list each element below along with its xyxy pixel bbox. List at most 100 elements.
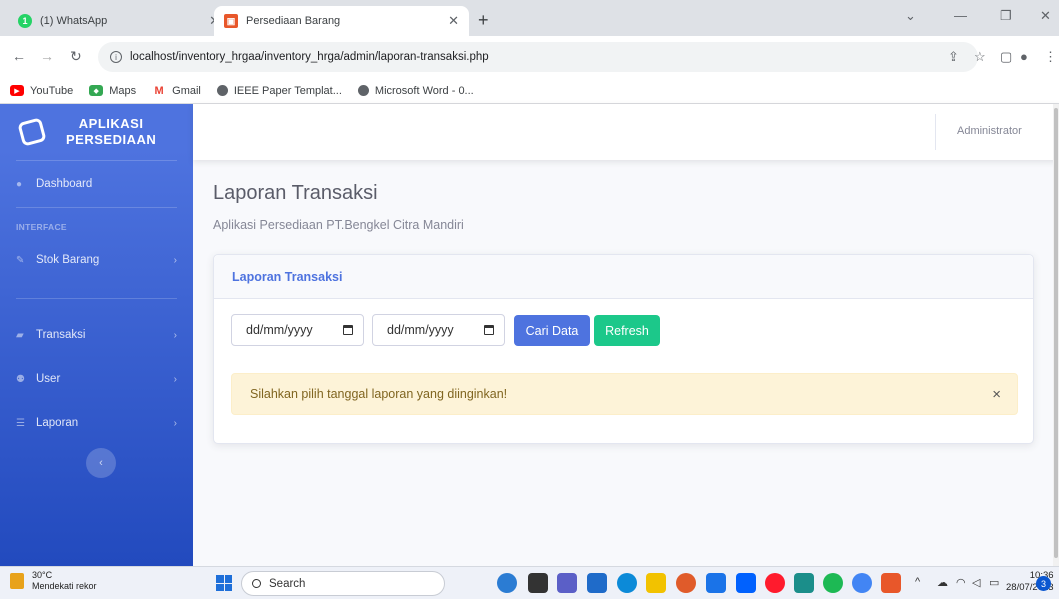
topbar: Administrator [193,104,1059,160]
url-field[interactable]: i localhost/inventory_hrgaa/inventory_hr… [98,42,978,72]
task-view-icon[interactable] [528,573,548,593]
brand[interactable]: APLIKASI PERSEDIAAN [0,104,193,160]
user-menu[interactable]: Administrator [957,125,1022,137]
back-icon[interactable]: ← [12,48,26,64]
refresh-button[interactable]: Refresh [594,315,660,346]
dropbox-icon[interactable] [736,573,756,593]
teams-icon[interactable] [557,573,577,593]
tab-whatsapp[interactable]: 1 (1) WhatsApp ✕ [8,6,230,36]
chevron-right-icon: › [173,329,177,341]
app-icon[interactable] [881,573,901,593]
notification-badge[interactable]: 3 [1036,576,1051,591]
wifi-icon[interactable]: ◠ [956,576,966,589]
bookmark-maps[interactable]: ◆ Maps [89,85,136,97]
tab-title: (1) WhatsApp [40,15,108,27]
dashboard-icon: ● [16,178,23,190]
sidebar-item-transaksi[interactable]: ▰ Transaksi › [0,313,193,357]
opera-icon[interactable] [765,573,785,593]
list-icon: ☰ [16,417,25,429]
divider [935,114,936,150]
sidepanel-icon[interactable]: ▢ [1000,49,1012,65]
file-explorer-icon[interactable] [646,573,666,593]
new-tab-button[interactable]: + [478,10,489,31]
bookmark-ieee[interactable]: IEEE Paper Templat... [216,85,342,97]
sidebar-item-stok-barang[interactable]: ✎ Stok Barang › [0,238,193,282]
sidebar-heading: INTERFACE [16,222,67,232]
globe-icon [357,85,369,96]
chevron-right-icon: › [173,254,177,266]
search-icon [252,579,261,588]
gmail-icon: M [152,85,167,97]
browser-tab-bar: 1 (1) WhatsApp ✕ ▣ Persediaan Barang ✕ +… [0,0,1059,36]
users-icon: ⚉ [16,373,25,385]
date-to-input[interactable]: dd/mm/yyyy [372,314,505,346]
calendar-icon[interactable] [343,325,353,335]
battery-icon[interactable]: ▭ [989,576,999,589]
card-header: Laporan Transaksi [214,255,1033,299]
forward-icon[interactable]: → [40,48,54,64]
mail-icon[interactable] [706,573,726,593]
app-favicon-icon: ▣ [224,14,238,28]
page-title: Laporan Transaksi [213,182,378,204]
alert-text: Silahkan pilih tanggal laporan yang diin… [250,387,508,401]
spotify-icon[interactable] [823,573,843,593]
maps-icon: ◆ [89,85,104,96]
report-card: Laporan Transaksi dd/mm/yyyy dd/mm/yyyy … [213,254,1034,444]
truck-icon: ▰ [16,329,24,341]
amazon-icon[interactable] [794,573,814,593]
weather-widget[interactable]: 30°C Mendekati rekor [10,570,97,592]
search-data-button[interactable]: Cari Data [514,315,590,346]
menu-icon[interactable]: ⋮ [1044,49,1057,65]
youtube-icon: ▶ [10,85,24,96]
wrench-icon: ✎ [16,254,25,266]
calendar-icon[interactable] [484,325,494,335]
chrome-icon[interactable] [852,573,872,593]
bookmarks-bar: ▶ YouTube ◆ Maps M Gmail IEEE Paper Temp… [0,78,1059,104]
globe-icon [216,85,228,96]
scrollbar-thumb[interactable] [1054,108,1058,558]
sidebar-item-user[interactable]: ⚉ User › [0,357,193,401]
taskbar-search[interactable]: Search [241,571,445,596]
sidebar-toggle-button[interactable]: ‹ [86,448,116,478]
weather-icon [10,572,24,589]
dell-icon[interactable] [497,573,517,593]
bookmark-word[interactable]: Microsoft Word - 0... [357,85,474,97]
star-icon[interactable]: ☆ [974,49,986,65]
info-icon[interactable]: i [110,51,122,63]
word-icon[interactable] [587,573,607,593]
window-close-button[interactable]: ✕ [1040,8,1051,24]
address-bar-row: ← → ↻ i localhost/inventory_hrgaa/invent… [0,36,1059,78]
warning-alert: Silahkan pilih tanggal laporan yang diin… [231,373,1018,415]
restore-button[interactable]: ❐ [1000,8,1012,24]
box-icon [17,117,47,147]
minimize-button[interactable]: — [954,8,967,23]
cloud-icon[interactable]: ☁ [937,576,948,589]
sidebar-item-laporan[interactable]: ☰ Laporan › [0,401,193,445]
windows-taskbar: 30°C Mendekati rekor Search ^ ☁ ◠ ◁ ▭ 10… [0,566,1059,599]
chevron-up-icon[interactable]: ^ [915,576,920,588]
bookmark-youtube[interactable]: ▶ YouTube [10,85,73,97]
bookmark-gmail[interactable]: M Gmail [152,85,201,97]
tab-persediaan-barang[interactable]: ▣ Persediaan Barang ✕ [214,6,469,36]
chevron-right-icon: › [173,373,177,385]
windows-start-icon[interactable] [216,575,232,591]
sidebar-item-dashboard[interactable]: ● Dashboard [0,161,193,207]
volume-icon[interactable]: ◁ [972,576,980,589]
chevron-right-icon: › [173,417,177,429]
tab-title: Persediaan Barang [246,15,341,27]
edge-icon[interactable] [617,573,637,593]
whatsapp-icon: 1 [18,14,32,28]
share-icon[interactable]: ⇪ [948,49,959,65]
reload-icon[interactable]: ↻ [70,48,82,65]
profile-avatar[interactable]: ● [1020,49,1028,64]
date-from-input[interactable]: dd/mm/yyyy [231,314,364,346]
scrollbar[interactable] [1053,104,1059,566]
alert-close-button[interactable]: × [992,386,1001,403]
url-text: localhost/inventory_hrgaa/inventory_hrga… [130,51,489,63]
chevron-down-icon[interactable]: ⌄ [905,8,916,24]
close-icon[interactable]: ✕ [448,13,459,29]
brand-text: APLIKASI PERSEDIAAN [66,115,157,147]
firefox-icon[interactable] [676,573,696,593]
divider [16,298,177,299]
page-subtitle: Aplikasi Persediaan PT.Bengkel Citra Man… [213,218,464,232]
